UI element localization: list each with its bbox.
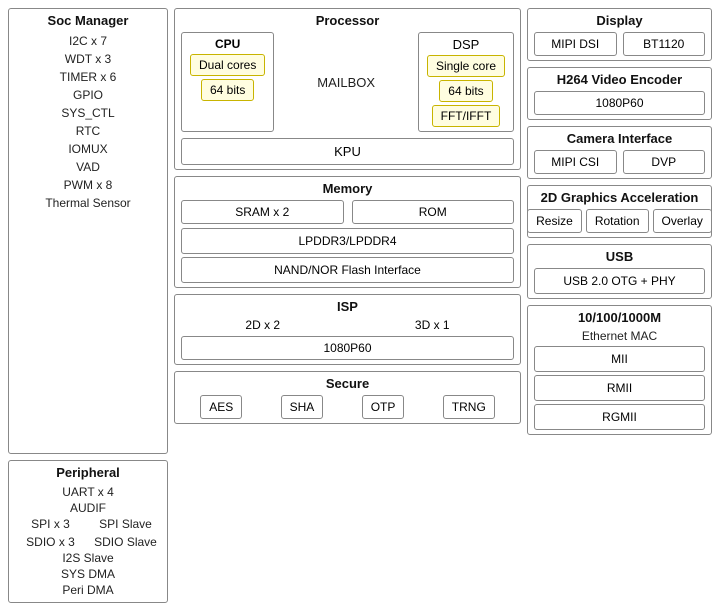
soc-item-vad: VAD	[15, 158, 161, 176]
memory-inner: SRAM x 2 ROM	[181, 200, 514, 224]
soc-manager-title: Soc Manager	[15, 13, 161, 28]
soc-manager-block: Soc Manager I2C x 7 WDT x 3 TIMER x 6 GP…	[8, 8, 168, 454]
mipi-csi-item: MIPI CSI	[534, 150, 617, 174]
kpu-row: KPU	[181, 138, 514, 165]
peripheral-i2s: I2S Slave	[15, 550, 161, 566]
usb-block: USB USB 2.0 OTG + PHY	[527, 244, 712, 299]
dvp-item: DVP	[623, 150, 706, 174]
cpu-label: CPU	[215, 37, 240, 51]
overlay-item: Overlay	[653, 209, 712, 233]
secure-trng: TRNG	[443, 395, 495, 419]
cpu-bits-box: 64 bits	[201, 79, 254, 101]
peripheral-grid: SPI x 3 SPI Slave SDIO x 3 SDIO Slave	[15, 516, 161, 550]
resize-item: Resize	[527, 209, 582, 233]
main-diagram: Soc Manager I2C x 7 WDT x 3 TIMER x 6 GP…	[0, 0, 720, 611]
mailbox-label: MAILBOX	[317, 74, 375, 91]
dsp-label: DSP	[453, 37, 480, 52]
rotation-item: Rotation	[586, 209, 649, 233]
isp-2d: 2D x 2	[245, 318, 280, 332]
ethernet-subtitle: Ethernet MAC	[534, 329, 705, 343]
dsp-bits-box: 64 bits	[439, 80, 492, 102]
memory-title: Memory	[181, 181, 514, 196]
peripheral-uart: UART x 4	[15, 484, 161, 500]
peripheral-title: Peripheral	[15, 465, 161, 480]
secure-aes: AES	[200, 395, 242, 419]
usb-otg: USB 2.0 OTG + PHY	[534, 268, 705, 294]
soc-item-wdt: WDT x 3	[15, 50, 161, 68]
bt1120-item: BT1120	[623, 32, 706, 56]
secure-sha: SHA	[281, 395, 324, 419]
mii-item: MII	[534, 346, 705, 372]
usb-title: USB	[534, 249, 705, 264]
fft-box: FFT/IFFT	[432, 105, 501, 127]
peripheral-sdio: SDIO x 3	[15, 534, 86, 550]
peripheral-peri-dma: Peri DMA	[15, 582, 161, 598]
display-inner: MIPI DSI BT1120	[534, 32, 705, 56]
camera-inner: MIPI CSI DVP	[534, 150, 705, 174]
isp-1080p: 1080P60	[181, 336, 514, 360]
isp-block: ISP 2D x 2 3D x 1 1080P60	[174, 294, 521, 365]
h264-block: H264 Video Encoder 1080P60	[527, 67, 712, 120]
isp-inner: 2D x 2 3D x 1	[181, 318, 514, 332]
ethernet-block: 10/100/1000M Ethernet MAC MII RMII RGMII	[527, 305, 712, 435]
mailbox-box: MAILBOX	[280, 32, 412, 132]
isp-3d: 3D x 1	[415, 318, 450, 332]
soc-item-pwm: PWM x 8	[15, 176, 161, 194]
h264-1080p: 1080P60	[534, 91, 705, 115]
graphics-title: 2D Graphics Acceleration	[534, 190, 705, 205]
peripheral-sdio-slave: SDIO Slave	[90, 534, 161, 550]
soc-item-sys-ctl: SYS_CTL	[15, 104, 161, 122]
processor-block: Processor CPU Dual cores 64 bits MAILBOX…	[174, 8, 521, 170]
soc-item-thermal: Thermal Sensor	[15, 194, 161, 212]
rom-box: ROM	[352, 200, 515, 224]
h264-title: H264 Video Encoder	[534, 72, 705, 87]
soc-item-gpio: GPIO	[15, 86, 161, 104]
ethernet-title: 10/100/1000M	[534, 310, 705, 325]
peripheral-sys-dma: SYS DMA	[15, 566, 161, 582]
peripheral-block: Peripheral UART x 4 AUDIF SPI x 3 SPI Sl…	[8, 460, 168, 603]
soc-item-timer: TIMER x 6	[15, 68, 161, 86]
secure-inner: AES SHA OTP TRNG	[181, 395, 514, 419]
dual-cores-box: Dual cores	[190, 54, 265, 76]
display-title: Display	[534, 13, 705, 28]
secure-otp: OTP	[362, 395, 405, 419]
peripheral-spi-slave: SPI Slave	[90, 516, 161, 532]
graphics-inner: Resize Rotation Overlay	[534, 209, 705, 233]
processor-inner: CPU Dual cores 64 bits MAILBOX DSP Singl…	[181, 32, 514, 132]
display-block: Display MIPI DSI BT1120	[527, 8, 712, 61]
secure-title: Secure	[181, 376, 514, 391]
peripheral-spi: SPI x 3	[15, 516, 86, 532]
secure-block: Secure AES SHA OTP TRNG	[174, 371, 521, 424]
graphics-block: 2D Graphics Acceleration Resize Rotation…	[527, 185, 712, 238]
rgmii-item: RGMII	[534, 404, 705, 430]
processor-title: Processor	[181, 13, 514, 28]
mipi-dsi-item: MIPI DSI	[534, 32, 617, 56]
camera-title: Camera Interface	[534, 131, 705, 146]
memory-block: Memory SRAM x 2 ROM LPDDR3/LPDDR4 NAND/N…	[174, 176, 521, 288]
soc-item-rtc: RTC	[15, 122, 161, 140]
soc-item-iomux: IOMUX	[15, 140, 161, 158]
lpddr-box: LPDDR3/LPDDR4	[181, 228, 514, 254]
camera-block: Camera Interface MIPI CSI DVP	[527, 126, 712, 179]
nand-box: NAND/NOR Flash Interface	[181, 257, 514, 283]
isp-title: ISP	[181, 299, 514, 314]
single-core-box: Single core	[427, 55, 505, 77]
sram-box: SRAM x 2	[181, 200, 344, 224]
soc-item-i2c: I2C x 7	[15, 32, 161, 50]
rmii-item: RMII	[534, 375, 705, 401]
left-column: Soc Manager I2C x 7 WDT x 3 TIMER x 6 GP…	[8, 8, 168, 603]
cpu-box: CPU Dual cores 64 bits	[181, 32, 274, 132]
peripheral-audif: AUDIF	[15, 500, 161, 516]
dsp-box: DSP Single core 64 bits FFT/IFFT	[418, 32, 514, 132]
right-column: Display MIPI DSI BT1120 H264 Video Encod…	[527, 8, 712, 603]
middle-column: Processor CPU Dual cores 64 bits MAILBOX…	[174, 8, 521, 603]
